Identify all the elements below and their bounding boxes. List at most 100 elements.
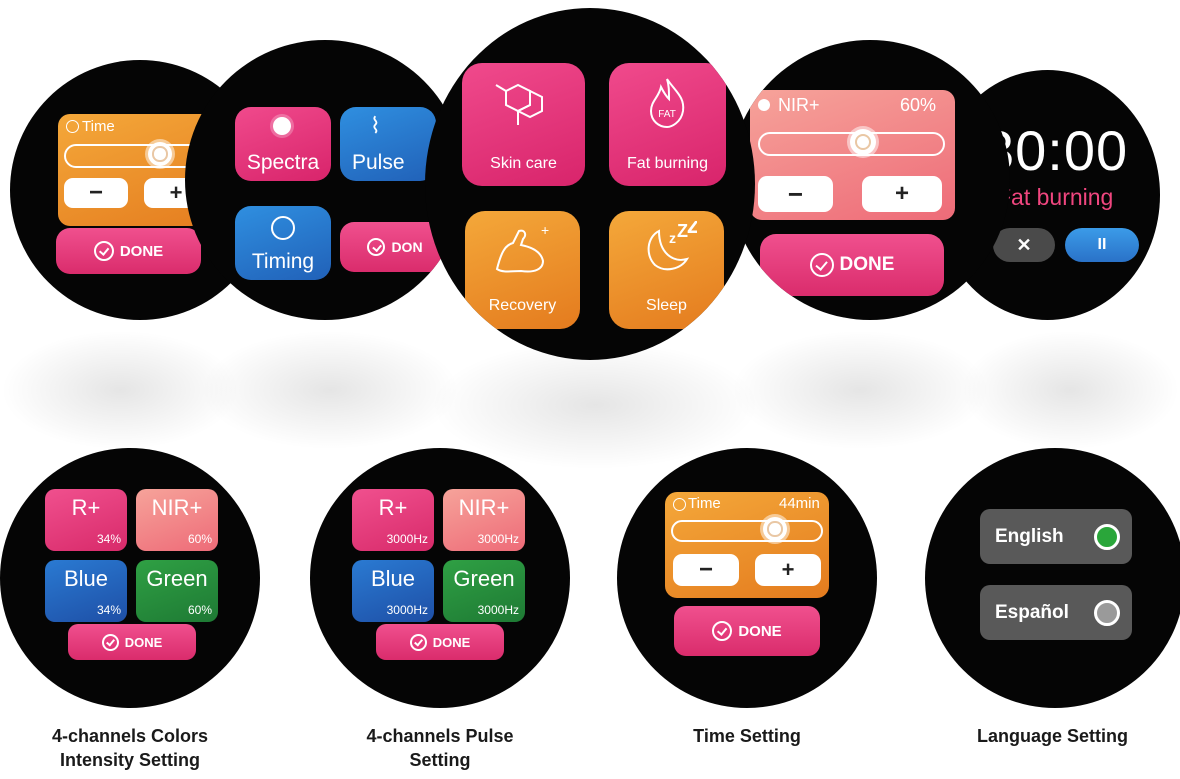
plus-button[interactable]: + xyxy=(755,554,821,586)
radio-selected-icon xyxy=(1094,524,1120,550)
channel-value: 3000Hz xyxy=(386,603,428,617)
sun-icon xyxy=(758,99,770,111)
sleep-label: Sleep xyxy=(646,297,687,314)
minus-button[interactable]: − xyxy=(673,554,739,586)
channel-name: R+ xyxy=(71,495,101,520)
check-icon xyxy=(93,241,114,261)
watch-main-menu: Skin care FAT Fat burning + Recovery zZZ… xyxy=(425,8,755,360)
svg-text:+: + xyxy=(541,223,549,238)
molecule-icon xyxy=(492,81,548,129)
done-button[interactable]: DONE xyxy=(376,624,504,660)
channel-r-plus[interactable]: R+ 3000Hz xyxy=(352,489,434,551)
language-option-english[interactable]: English xyxy=(980,509,1132,564)
minus-button[interactable]: − xyxy=(64,178,128,208)
time-label: Time xyxy=(688,495,721,512)
caption-line: Setting xyxy=(409,750,471,770)
channel-green[interactable]: Green 60% xyxy=(136,560,218,622)
caption-language: Language Setting xyxy=(976,726,1128,746)
plus-button[interactable]: + xyxy=(862,176,942,212)
timing-label: Timing xyxy=(251,250,315,273)
close-icon: ✕ xyxy=(1016,235,1032,255)
language-option-espanol[interactable]: Español xyxy=(980,585,1132,640)
done-label: DONE xyxy=(738,622,782,640)
clock-icon xyxy=(66,120,79,133)
channel-green[interactable]: Green 3000Hz xyxy=(443,560,525,622)
check-icon xyxy=(809,253,834,277)
done-label: DONE xyxy=(839,254,895,275)
channel-value: 3000Hz xyxy=(477,532,519,546)
slider-knob[interactable] xyxy=(850,129,876,155)
watch-channel-pulse: R+ 3000Hz NIR+ 3000Hz Blue 3000Hz Green … xyxy=(310,448,570,708)
skin-care-label: Skin care xyxy=(490,155,557,172)
channel-nir-plus[interactable]: NIR+ 3000Hz xyxy=(443,489,525,551)
channel-value: 3000Hz xyxy=(477,603,519,617)
caption-line: 4-channels Pulse xyxy=(366,726,514,746)
time-card: Time 44min − + xyxy=(665,492,829,598)
channel-value: 60% xyxy=(900,95,937,115)
watch-language-setting: English Español xyxy=(925,448,1180,708)
check-icon xyxy=(712,621,733,641)
channel-value: 34% xyxy=(96,603,121,617)
done-label: DON xyxy=(391,239,423,255)
clock-icon xyxy=(673,498,686,511)
check-icon xyxy=(367,238,386,256)
done-button[interactable]: DONE xyxy=(674,606,820,656)
channel-nir-plus[interactable]: NIR+ 60% xyxy=(136,489,218,551)
check-icon xyxy=(409,633,427,651)
channel-value: 60% xyxy=(187,603,212,617)
svg-text:FAT: FAT xyxy=(658,109,676,120)
channel-name: Green xyxy=(453,566,515,591)
pause-icon: II xyxy=(1097,236,1107,253)
minus-button[interactable]: − xyxy=(758,176,833,212)
pulse-tile[interactable]: ⌇ Pulse xyxy=(340,107,436,181)
watch-channel-intensity: R+ 34% NIR+ 60% Blue 34% Green 60% DONE xyxy=(0,448,260,708)
pulse-icon: ⌇ xyxy=(370,113,381,138)
watch-time-setting-small: Time 44min − + DONE xyxy=(617,448,877,708)
language-label: Español xyxy=(995,602,1069,623)
language-label: English xyxy=(995,526,1064,547)
time-label: Time xyxy=(82,118,115,135)
spectra-label: Spectra xyxy=(246,151,320,174)
channel-blue[interactable]: Blue 3000Hz xyxy=(352,560,434,622)
caption-line: Intensity Setting xyxy=(59,750,200,770)
stop-button[interactable]: ✕ xyxy=(993,228,1055,262)
done-label: DONE xyxy=(432,634,471,650)
fat-burning-tile[interactable]: FAT Fat burning xyxy=(609,63,726,186)
done-label: DONE xyxy=(124,634,163,650)
skin-care-tile[interactable]: Skin care xyxy=(462,63,585,186)
recovery-label: Recovery xyxy=(488,297,557,314)
svg-text:Z: Z xyxy=(687,221,697,238)
sleep-tile[interactable]: zZZ Sleep xyxy=(609,211,724,329)
done-button[interactable]: DONE xyxy=(760,234,944,296)
fat-burning-label: Fat burning xyxy=(627,155,708,172)
done-button[interactable]: DONE xyxy=(56,228,201,274)
moon-icon: zZZ xyxy=(637,213,700,277)
reflection xyxy=(960,330,1180,450)
pause-button[interactable]: II xyxy=(1065,228,1139,262)
watch-mode-menu: Spectra ⌇ Pulse Timing DON xyxy=(185,40,465,320)
clock-icon xyxy=(271,216,295,240)
time-slider[interactable] xyxy=(671,520,823,542)
recovery-tile[interactable]: + Recovery xyxy=(465,211,580,329)
caption-intensity: 4-channels Colors Intensity Setting xyxy=(0,724,260,772)
radio-unselected-icon xyxy=(1094,600,1120,626)
watch-intensity: NIR+ 60% − + DONE xyxy=(730,40,1010,320)
slider-knob[interactable] xyxy=(148,142,172,166)
svg-text:z: z xyxy=(669,230,676,246)
slider-knob[interactable] xyxy=(763,517,787,541)
flame-icon: FAT xyxy=(639,75,695,131)
done-button[interactable]: DONE xyxy=(68,624,196,660)
caption-pulse: 4-channels Pulse Setting xyxy=(310,724,570,772)
channel-value: 34% xyxy=(96,532,121,546)
channel-r-plus[interactable]: R+ 34% xyxy=(45,489,127,551)
channel-blue[interactable]: Blue 34% xyxy=(45,560,127,622)
reflection xyxy=(730,330,990,450)
spectra-tile[interactable]: Spectra xyxy=(235,107,331,181)
check-icon xyxy=(101,633,119,651)
sun-icon xyxy=(273,117,291,135)
channel-name: Green xyxy=(146,566,208,591)
channel-label: NIR+ xyxy=(778,95,820,115)
caption-line: 4-channels Colors xyxy=(51,726,209,746)
channel-name: NIR+ xyxy=(458,495,510,520)
timing-tile[interactable]: Timing xyxy=(235,206,331,280)
